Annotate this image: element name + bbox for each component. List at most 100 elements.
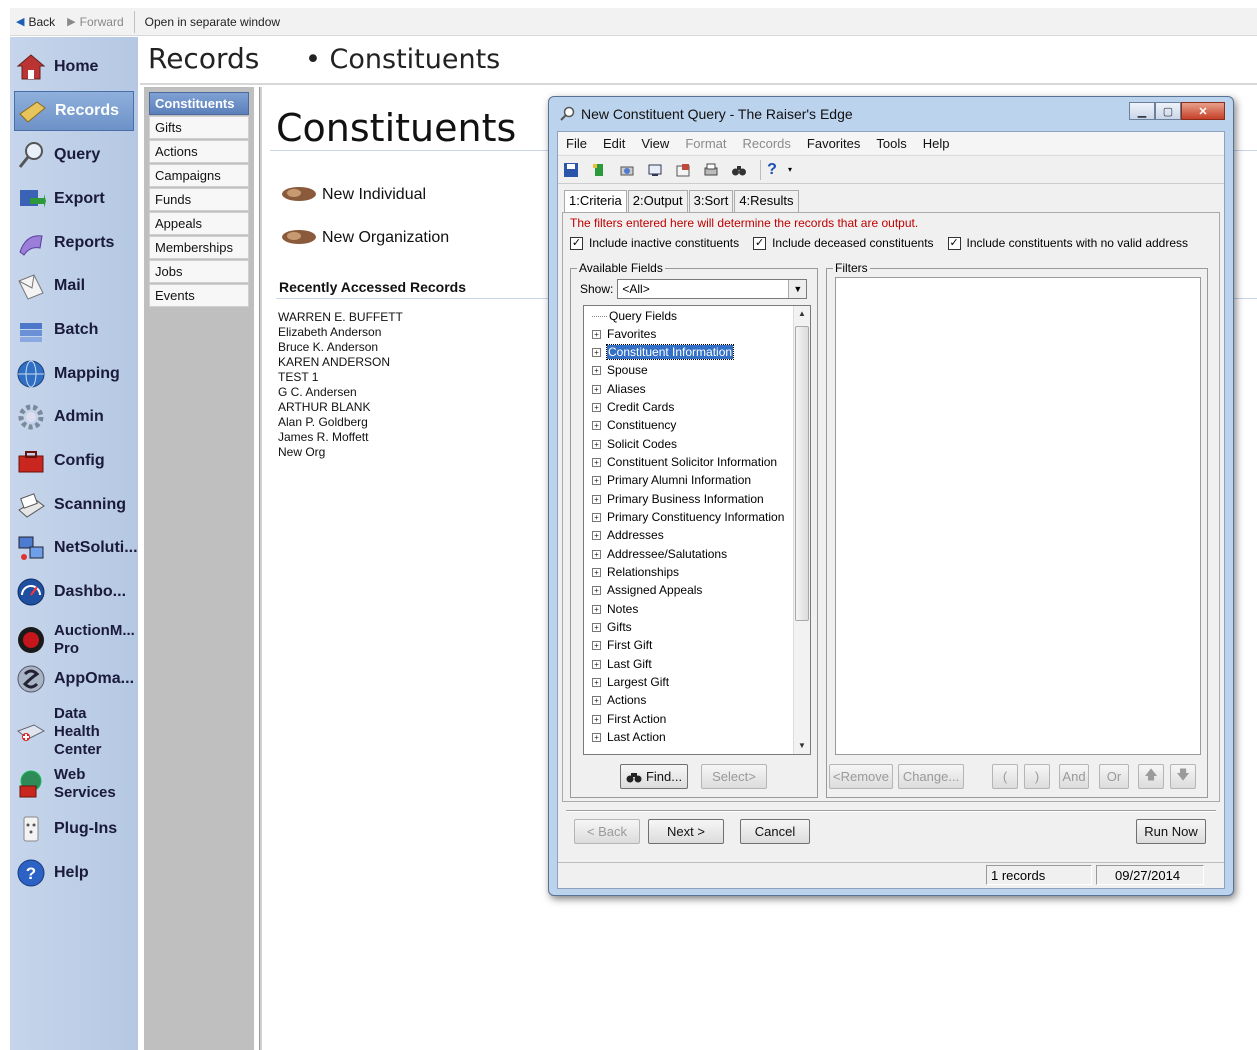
tab-results[interactable]: 4:Results <box>734 190 799 212</box>
nav-item-query[interactable]: Query <box>14 135 134 175</box>
tree-node[interactable]: + Last Gift <box>592 655 652 673</box>
tree-node[interactable]: + Credit Cards <box>592 398 674 416</box>
dropdown-arrow-icon[interactable]: ▾ <box>785 159 795 181</box>
tree-node[interactable]: + Constituent Solicitor Information <box>592 453 777 471</box>
menu-favorites[interactable]: Favorites <box>799 136 868 151</box>
move-down-button[interactable]: 🡇 <box>1170 764 1196 789</box>
tree-node[interactable]: + Relationships <box>592 563 679 581</box>
tree-node[interactable]: + Actions <box>592 691 646 709</box>
select-button[interactable]: Select> <box>701 764 767 789</box>
nav-item-batch[interactable]: Batch <box>14 310 134 350</box>
expand-plus-icon[interactable]: + <box>592 530 601 540</box>
subnav-item-appeals[interactable]: Appeals <box>149 212 249 235</box>
pane-splitter[interactable] <box>259 87 262 1050</box>
back-button[interactable]: < Back <box>574 819 640 844</box>
open-separate-window-button[interactable]: Open in separate window <box>139 8 286 35</box>
find-button[interactable]: Find... <box>620 764 688 789</box>
print-icon[interactable] <box>700 159 722 181</box>
save-icon[interactable] <box>560 159 582 181</box>
expand-plus-icon[interactable]: + <box>592 567 601 577</box>
breadcrumb-current[interactable]: Constituents <box>330 44 501 75</box>
help-question-icon[interactable]: ? <box>765 159 779 181</box>
open-paren-button[interactable]: ( <box>992 764 1018 789</box>
nav-item-appomatic[interactable]: AppOma... <box>14 659 134 699</box>
remove-button[interactable]: <Remove <box>829 764 893 789</box>
nav-item-data-health-center[interactable]: Data Health Center <box>14 703 134 761</box>
close-paren-button[interactable]: ) <box>1024 764 1050 789</box>
tree-node-selected[interactable]: + Constituent Information <box>592 343 735 361</box>
recent-record-link[interactable]: WARREN E. BUFFETT <box>278 310 403 325</box>
subnav-item-campaigns[interactable]: Campaigns <box>149 164 249 187</box>
maximize-button[interactable]: ▢ <box>1155 102 1181 120</box>
new-individual-link[interactable]: New Individual <box>280 184 426 206</box>
menu-help[interactable]: Help <box>915 136 958 151</box>
nav-item-scanning[interactable]: Scanning <box>14 485 134 525</box>
subnav-item-actions[interactable]: Actions <box>149 140 249 163</box>
expand-plus-icon[interactable]: + <box>592 457 601 467</box>
recent-record-link[interactable]: Alan P. Goldberg <box>278 415 403 430</box>
nav-item-web-services[interactable]: Web Services <box>14 763 134 805</box>
nav-item-mapping[interactable]: Mapping <box>14 354 134 394</box>
print-preview-icon[interactable] <box>616 159 638 181</box>
cancel-button[interactable]: Cancel <box>740 819 810 844</box>
change-button[interactable]: Change... <box>898 764 964 789</box>
menu-format[interactable]: Format <box>677 136 734 151</box>
nav-item-reports[interactable]: Reports <box>14 223 134 263</box>
and-button[interactable]: And <box>1059 764 1089 789</box>
tree-node[interactable]: Query Fields <box>592 307 677 325</box>
back-button[interactable]: ◀ Back <box>10 8 61 35</box>
recent-record-link[interactable]: James R. Moffett <box>278 430 403 445</box>
expand-plus-icon[interactable]: + <box>592 420 601 430</box>
tab-sort[interactable]: 3:Sort <box>688 190 734 212</box>
expand-plus-icon[interactable]: + <box>592 475 601 485</box>
find-binoculars-icon[interactable] <box>728 159 750 181</box>
tree-node[interactable]: + Constituency <box>592 416 676 434</box>
subnav-item-gifts[interactable]: Gifts <box>149 116 249 139</box>
expand-plus-icon[interactable]: + <box>592 549 601 559</box>
expand-plus-icon[interactable]: + <box>592 347 601 357</box>
tree-node[interactable]: + Notes <box>592 600 638 618</box>
expand-plus-icon[interactable]: + <box>592 695 601 705</box>
tree-node[interactable]: + Gifts <box>592 618 632 636</box>
expand-plus-icon[interactable]: + <box>592 622 601 632</box>
expand-plus-icon[interactable]: + <box>592 329 601 339</box>
new-organization-link[interactable]: New Organization <box>280 227 449 249</box>
nav-item-mail[interactable]: Mail <box>14 266 134 306</box>
subnav-item-jobs[interactable]: Jobs <box>149 260 249 283</box>
forward-button[interactable]: ▶ Forward <box>61 8 129 35</box>
scroll-down-icon[interactable]: ▼ <box>794 738 810 754</box>
tree-node[interactable]: + Primary Business Information <box>592 490 764 508</box>
tree-node[interactable]: + First Gift <box>592 636 652 654</box>
move-up-button[interactable]: 🡅 <box>1138 764 1164 789</box>
nav-item-export[interactable]: Export <box>14 179 134 219</box>
tab-criteria[interactable]: 1:Criteria <box>564 190 627 212</box>
nav-item-home[interactable]: Home <box>14 47 134 87</box>
save-and-close-icon[interactable] <box>588 159 610 181</box>
recent-record-link[interactable]: ARTHUR BLANK <box>278 400 403 415</box>
expand-plus-icon[interactable]: + <box>592 402 601 412</box>
subnav-item-events[interactable]: Events <box>149 284 249 307</box>
tree-node[interactable]: + Last Action <box>592 728 666 746</box>
menu-view[interactable]: View <box>633 136 677 151</box>
tree-node[interactable]: + Spouse <box>592 361 648 379</box>
include-deceased-checkbox[interactable]: ✓ Include deceased constituents <box>753 236 934 250</box>
recent-record-link[interactable]: New Org <box>278 445 403 460</box>
available-fields-tree[interactable]: Query Fields + Favorites + Constituent Inf… <box>583 305 811 755</box>
menu-file[interactable]: File <box>558 136 595 151</box>
export-icon[interactable] <box>644 159 666 181</box>
expand-plus-icon[interactable]: + <box>592 677 601 687</box>
nav-item-records[interactable]: Records <box>14 91 134 131</box>
nav-item-admin[interactable]: Admin <box>14 397 134 437</box>
expand-plus-icon[interactable]: + <box>592 732 601 742</box>
subnav-item-funds[interactable]: Funds <box>149 188 249 211</box>
menu-tools[interactable]: Tools <box>868 136 914 151</box>
tab-output[interactable]: 2:Output <box>627 190 688 212</box>
expand-plus-icon[interactable]: + <box>592 640 601 650</box>
expand-plus-icon[interactable]: + <box>592 365 601 375</box>
nav-item-auctionmaestro[interactable]: AuctionM... Pro <box>14 616 135 664</box>
tree-node[interactable]: + Largest Gift <box>592 673 669 691</box>
expand-plus-icon[interactable]: + <box>592 439 601 449</box>
nav-item-netsolutions[interactable]: NetSoluti... <box>14 528 138 568</box>
tree-node[interactable]: + Assigned Appeals <box>592 581 702 599</box>
dialog-titlebar[interactable]: New Constituent Query - The Raiser's Edg… <box>549 97 1233 131</box>
